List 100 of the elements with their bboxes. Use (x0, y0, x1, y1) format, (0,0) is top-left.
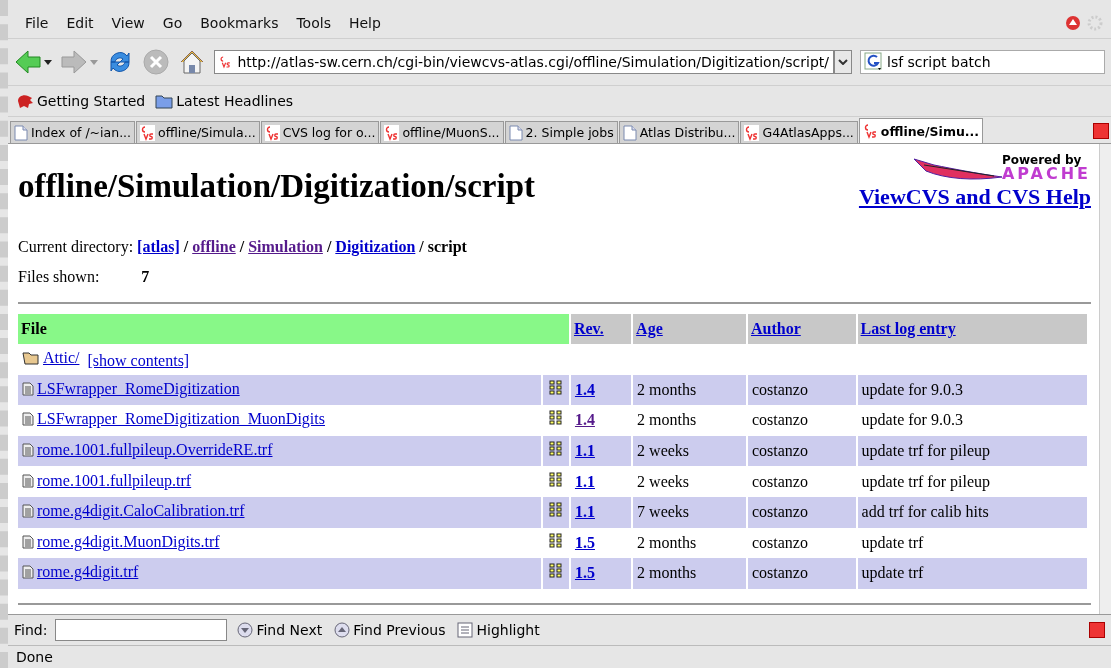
graph-icon (548, 441, 563, 458)
age-cell: 2 weeks (637, 472, 690, 490)
address-dropdown-button[interactable] (834, 50, 852, 74)
age-cell: 2 months (637, 533, 697, 551)
column-header: File (18, 314, 569, 344)
column-header-link[interactable]: Age (636, 320, 663, 337)
revision-link[interactable]: 1.1 (574, 442, 595, 460)
graph-icon (548, 532, 563, 549)
home-icon[interactable] (178, 48, 206, 76)
menu-item[interactable]: Tools (287, 13, 340, 33)
powered-by-text: Powered by (1001, 154, 1082, 166)
menu-item[interactable]: Help (339, 13, 390, 33)
show-contents-link[interactable]: [show contents] (87, 351, 190, 369)
files-shown-label: Files shown: (18, 268, 100, 286)
author-cell: costanzo (752, 442, 808, 460)
document-icon (622, 124, 637, 141)
log-entry-cell: update trf (861, 564, 924, 582)
highlight-icon[interactable] (457, 622, 474, 638)
browser-tab[interactable]: offline/Simu... (858, 118, 984, 143)
revision-link[interactable]: 1.1 (574, 503, 595, 521)
revision-link[interactable]: 1.5 (574, 564, 595, 582)
browser-tab[interactable]: Index of /~ian... (10, 121, 136, 143)
graph-icon (548, 379, 563, 396)
vertical-scrollbar[interactable] (1099, 144, 1111, 614)
browser-tab[interactable]: offline/Simula... (136, 121, 260, 143)
files-shown-count: 7 (141, 268, 150, 286)
text-file-icon (22, 473, 34, 488)
address-field[interactable]: http://atlas-sw.cern.ch/cgi-bin/viewcvs-atlas.cgi/offline/Simulation/Digitization/script/ (214, 50, 834, 74)
search-field[interactable]: lsf script batch (860, 50, 1105, 74)
author-cell: costanzo (752, 503, 808, 521)
revision-link[interactable]: 1.1 (574, 472, 595, 490)
menu-item[interactable]: Go (153, 13, 192, 33)
menu-item[interactable]: File (16, 13, 58, 33)
path-separator: / (418, 238, 425, 256)
file-link[interactable]: rome.g4digit.trf (37, 563, 139, 582)
age-cell: 2 weeks (637, 442, 690, 460)
cvs-icon (744, 124, 760, 141)
log-entry-cell: update for 9.0.3 (861, 380, 963, 398)
find-button[interactable]: Highlight (455, 622, 542, 638)
graph-icon (548, 471, 563, 488)
log-entry-cell: add trf for calib hits (861, 503, 989, 521)
menu-item[interactable]: Edit (57, 13, 103, 33)
revision-link[interactable]: 1.4 (574, 380, 595, 398)
file-link[interactable]: LSFwrapper_RomeDigitization_MuonDigits (37, 410, 325, 429)
find-field[interactable] (55, 619, 228, 641)
path-separator: / (238, 238, 246, 256)
feather-icon (911, 155, 1002, 181)
cvs-icon (264, 124, 280, 141)
caret-icon[interactable] (44, 59, 52, 65)
revision-link[interactable]: 1.5 (574, 533, 595, 551)
cvs-icon (219, 54, 232, 70)
find-button[interactable]: Find Previous (332, 622, 448, 638)
apache-logo-text: APACHE (1001, 166, 1091, 182)
breadcrumb-link[interactable]: offline (192, 238, 236, 256)
find-label: Find: (14, 622, 48, 638)
file-link[interactable]: rome.1001.fullpileup.trf (37, 471, 192, 490)
text-file-icon (22, 443, 34, 458)
breadcrumb-link[interactable]: Simulation (248, 238, 323, 256)
folder-icon (155, 93, 174, 109)
browser-tab[interactable]: G4AtlasApps... (740, 121, 858, 143)
close-find-icon[interactable] (1089, 622, 1105, 638)
text-file-icon (22, 504, 34, 519)
help-link[interactable]: ViewCVS and CVS Help (858, 184, 1091, 210)
page-title: offline/Simulation/Digitization/script (18, 168, 535, 205)
menu-item[interactable]: View (102, 13, 154, 33)
revision-link[interactable]: 1.4 (574, 411, 595, 429)
close-tab-icon[interactable] (1093, 123, 1109, 139)
google-icon[interactable] (864, 52, 884, 72)
text-file-icon (22, 381, 34, 396)
age-cell: 7 weeks (637, 503, 690, 521)
folder-link[interactable]: Attic/ (43, 348, 80, 367)
age-cell: 2 months (637, 380, 697, 398)
breadcrumb-link[interactable]: Digitization (335, 238, 416, 256)
dragon-icon (16, 93, 34, 109)
browser-tab[interactable]: CVS log for o... (260, 121, 380, 143)
browser-tab[interactable]: offline/MuonS... (380, 121, 504, 143)
graph-icon (548, 502, 563, 519)
path-separator: / (182, 238, 190, 256)
file-link[interactable]: rome.g4digit.MuonDigits.trf (37, 532, 220, 551)
breadcrumb-link[interactable]: [atlas] (137, 238, 180, 256)
bookmark-link[interactable]: Latest Headlines (155, 93, 294, 109)
current-folder: script (427, 238, 467, 256)
find-button[interactable]: Find Next (235, 622, 325, 638)
browser-tab[interactable]: Atlas Distribu... (618, 121, 740, 143)
log-entry-cell: update trf (861, 533, 924, 551)
path-separator: / (325, 238, 333, 256)
cvs-icon (140, 124, 156, 141)
log-entry-cell: update for 9.0.3 (861, 411, 963, 429)
browser-tab[interactable]: 2. Simple jobs (504, 121, 618, 143)
menu-item[interactable]: Bookmarks (191, 13, 288, 33)
author-cell: costanzo (752, 564, 808, 582)
text-file-icon (22, 565, 34, 580)
log-entry-cell: update trf for pileup (861, 472, 990, 490)
chevron-down-icon[interactable] (838, 59, 848, 65)
log-entry-cell: update trf for pileup (861, 442, 990, 460)
author-cell: costanzo (752, 533, 808, 551)
bookmark-link[interactable]: Getting Started (16, 93, 146, 109)
graph-icon (548, 410, 563, 427)
author-cell: costanzo (752, 411, 808, 429)
document-icon (508, 124, 523, 141)
